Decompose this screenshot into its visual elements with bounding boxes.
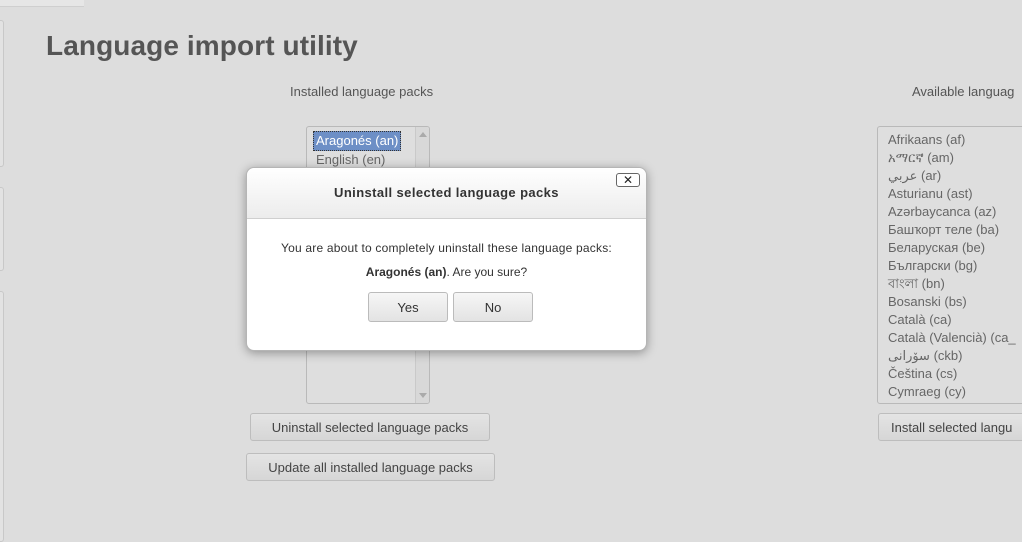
yes-button[interactable]: Yes — [368, 292, 448, 322]
available-language-list[interactable]: Afrikaans (af) አማርኛ (am) عربي (ar) Asturian… — [877, 126, 1022, 404]
list-item[interactable]: Cymraeg (cy) — [886, 383, 1022, 401]
uninstall-selected-button[interactable]: Uninstall selected language packs — [250, 413, 490, 441]
list-item[interactable]: سۆرانی (ckb) — [886, 347, 1022, 365]
dialog-question-text: . Are you sure? — [446, 265, 528, 279]
list-item[interactable]: Afrikaans (af) — [886, 131, 1022, 149]
list-item[interactable]: Čeština (cs) — [886, 365, 1022, 383]
list-item[interactable]: Català (ca) — [886, 311, 1022, 329]
scroll-up-icon[interactable] — [419, 132, 427, 137]
list-item[interactable]: Català (Valencià) (ca_ — [886, 329, 1022, 347]
page-title: Language import utility — [46, 30, 358, 61]
list-item[interactable]: Башҡорт теле (ba) — [886, 221, 1022, 239]
left-edge-panel — [0, 187, 4, 271]
scroll-down-icon[interactable] — [419, 393, 427, 398]
available-heading: Available languag — [912, 84, 1015, 99]
list-item[interactable]: Aragonés (an) — [313, 131, 423, 151]
list-item[interactable]: Azərbaycanca (az) — [886, 203, 1022, 221]
left-edge-panel — [0, 20, 4, 167]
list-item[interactable]: Bosanski (bs) — [886, 293, 1022, 311]
dialog-question: Aragonés (an). Are you sure? — [247, 265, 646, 279]
dialog-message: You are about to completely uninstall th… — [281, 241, 612, 255]
dialog-title: Uninstall selected language packs — [334, 185, 559, 200]
dialog-header: Uninstall selected language packs ✕ — [247, 168, 646, 219]
list-item[interactable]: বাংলা (bn) — [886, 275, 1022, 293]
update-all-button[interactable]: Update all installed language packs — [246, 453, 495, 481]
list-item[interactable]: Asturianu (ast) — [886, 185, 1022, 203]
dialog-target: Aragonés (an) — [365, 265, 447, 279]
installed-heading: Installed language packs — [290, 84, 434, 99]
close-icon[interactable]: ✕ — [616, 173, 640, 187]
list-item[interactable]: عربي (ar) — [886, 167, 1022, 185]
list-item[interactable]: Български (bg) — [886, 257, 1022, 275]
no-button[interactable]: No — [453, 292, 533, 322]
top-tab — [0, 0, 84, 7]
left-edge-panel — [0, 291, 4, 542]
list-item[interactable]: Беларуская (be) — [886, 239, 1022, 257]
list-item[interactable]: አማርኛ (am) — [886, 149, 1022, 167]
install-selected-button[interactable]: Install selected langu — [878, 413, 1022, 441]
confirm-dialog: Uninstall selected language packs ✕ You … — [246, 167, 647, 351]
